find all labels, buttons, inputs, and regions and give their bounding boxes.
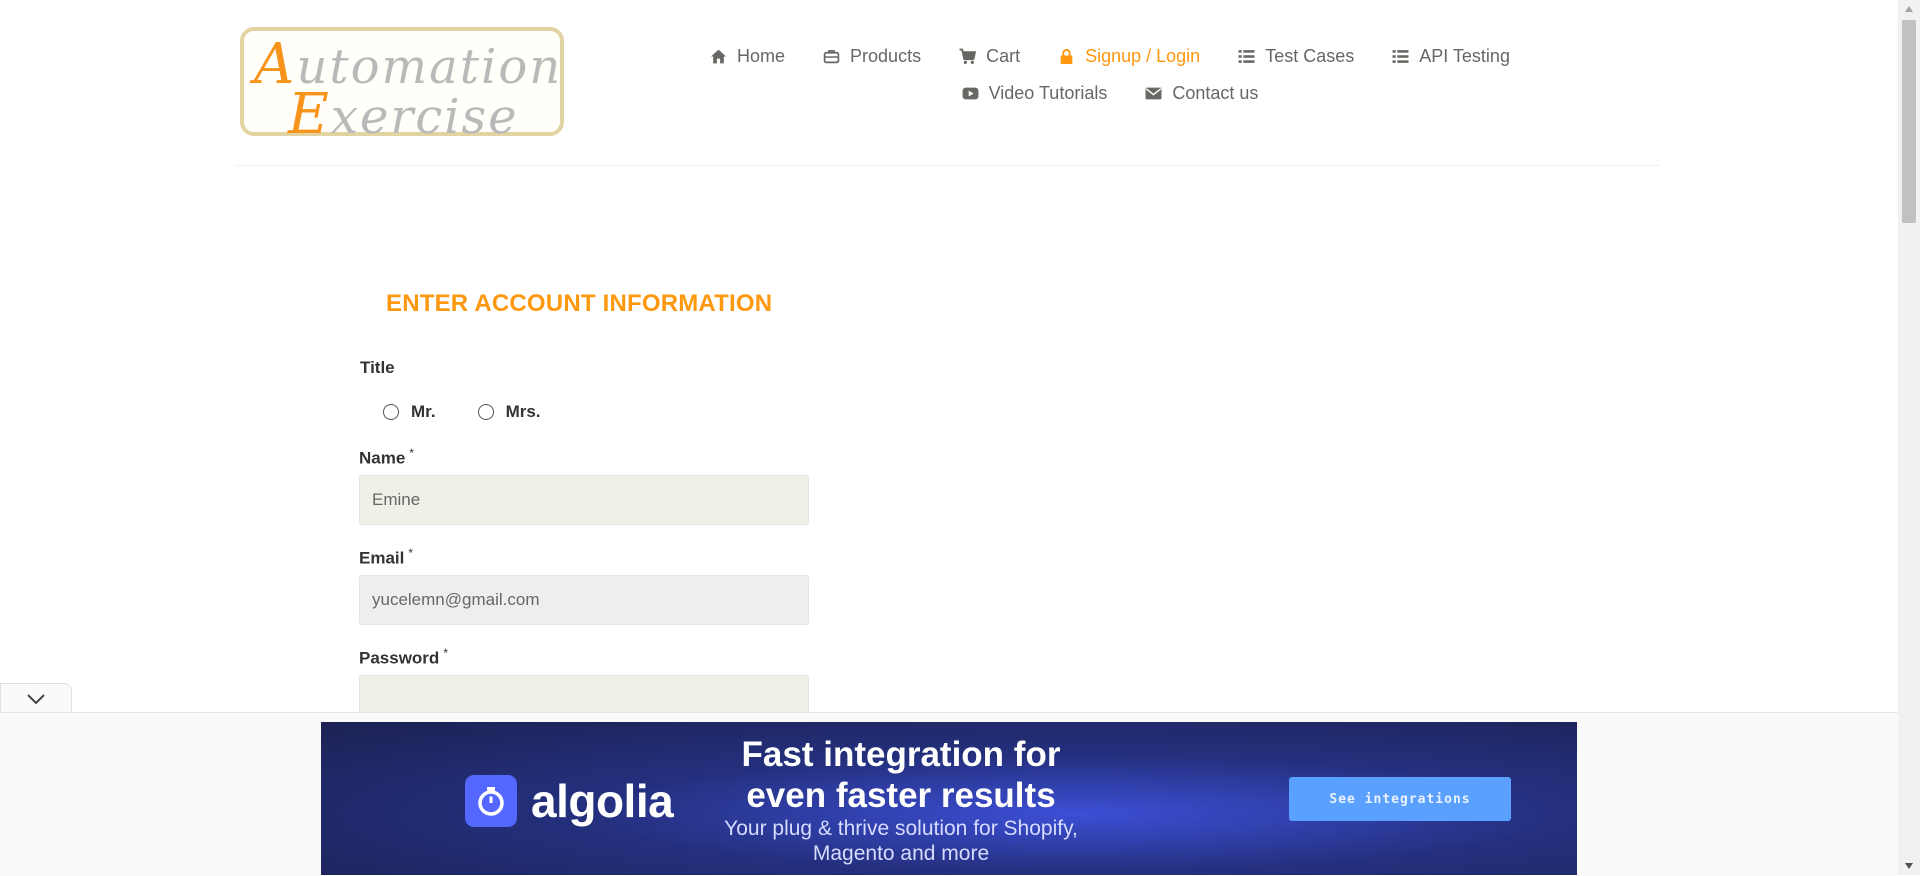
- main-nav: Home Products Cart Signup / Login Test C…: [700, 38, 1520, 112]
- cart-icon: [959, 48, 977, 64]
- nav-products[interactable]: Products: [823, 46, 921, 67]
- email-required-mark: *: [408, 546, 414, 560]
- password-label-text: Password: [359, 648, 440, 668]
- ad-collapse-tab[interactable]: [0, 683, 72, 713]
- stopwatch-icon: [465, 775, 517, 827]
- email-label: Email *: [359, 546, 413, 569]
- ad-brand-name: algolia: [531, 775, 674, 827]
- nav-api-testing-label: API Testing: [1419, 46, 1510, 66]
- arrow-down-icon: [1905, 863, 1913, 869]
- title-label: Title: [360, 358, 395, 378]
- email-label-text: Email: [359, 548, 405, 568]
- title-mr-option[interactable]: Mr.: [383, 402, 436, 422]
- ad-cta-button[interactable]: See integrations: [1289, 777, 1511, 821]
- nav-video-tutorials-label: Video Tutorials: [988, 83, 1108, 103]
- title-mrs-radio[interactable]: [477, 404, 494, 420]
- site-logo[interactable]: Automation Exercise: [240, 27, 564, 143]
- arrow-up-icon: [1905, 6, 1913, 12]
- scroll-up-arrow[interactable]: [1898, 0, 1920, 18]
- nav-row-2: Video Tutorials Contact us: [700, 75, 1520, 112]
- password-label: Password *: [359, 646, 448, 669]
- form-heading: ENTER ACCOUNT INFORMATION: [386, 290, 773, 317]
- name-label: Name *: [359, 446, 414, 469]
- name-label-text: Name: [359, 448, 406, 468]
- nav-cart-label: Cart: [986, 46, 1021, 66]
- title-radio-group: Mr. Mrs.: [383, 402, 541, 422]
- ad-banner[interactable]: algolia Fast integration for even faster…: [321, 722, 1577, 875]
- title-label-text: Title: [360, 358, 395, 377]
- title-mrs-label: Mrs.: [505, 402, 541, 421]
- chevron-down-icon: [27, 693, 45, 704]
- nav-test-cases-label: Test Cases: [1265, 46, 1355, 66]
- lock-icon: [1060, 49, 1073, 64]
- password-required-mark: *: [443, 646, 448, 660]
- nav-home-label: Home: [737, 46, 786, 66]
- ad-headline: Fast integration for even faster results: [741, 735, 1061, 815]
- title-mrs-option[interactable]: Mrs.: [477, 402, 541, 422]
- list-icon: [1238, 50, 1255, 63]
- name-input-value: Emine: [372, 490, 421, 509]
- nav-video-tutorials[interactable]: Video Tutorials: [962, 83, 1108, 104]
- title-mr-label: Mr.: [411, 402, 436, 421]
- nav-contact-us[interactable]: Contact us: [1145, 83, 1258, 104]
- page-scrollbar[interactable]: [1898, 0, 1920, 875]
- briefcase-icon: [823, 50, 840, 64]
- site-header: Automation Exercise Home Products Cart S…: [0, 0, 1898, 166]
- name-required-mark: *: [409, 446, 414, 460]
- header-divider: [235, 165, 1660, 166]
- email-input-value: yucelemn@gmail.com: [372, 590, 540, 609]
- youtube-play-icon: [962, 87, 979, 100]
- ad-subline: Your plug & thrive solution for Shopify,…: [724, 817, 1078, 865]
- nav-contact-us-label: Contact us: [1172, 83, 1259, 103]
- nav-signup-login[interactable]: Signup / Login: [1058, 46, 1200, 67]
- home-icon: [711, 49, 726, 64]
- nav-cart[interactable]: Cart: [959, 46, 1020, 67]
- nav-row-1: Home Products Cart Signup / Login Test C…: [700, 38, 1520, 75]
- scroll-thumb[interactable]: [1902, 20, 1916, 223]
- ad-brand-logo: algolia: [465, 774, 674, 828]
- nav-products-label: Products: [850, 46, 922, 66]
- nav-home[interactable]: Home: [710, 46, 785, 67]
- list-icon: [1392, 50, 1409, 63]
- nav-signup-login-label: Signup / Login: [1085, 46, 1201, 66]
- nav-api-testing[interactable]: API Testing: [1392, 46, 1510, 67]
- title-mr-radio[interactable]: [383, 404, 399, 420]
- envelope-icon: [1145, 87, 1162, 100]
- password-input[interactable]: [359, 675, 809, 715]
- nav-test-cases[interactable]: Test Cases: [1238, 46, 1354, 67]
- name-input[interactable]: Emine: [359, 475, 809, 525]
- email-input: yucelemn@gmail.com: [359, 575, 809, 625]
- scroll-down-arrow[interactable]: [1898, 857, 1920, 875]
